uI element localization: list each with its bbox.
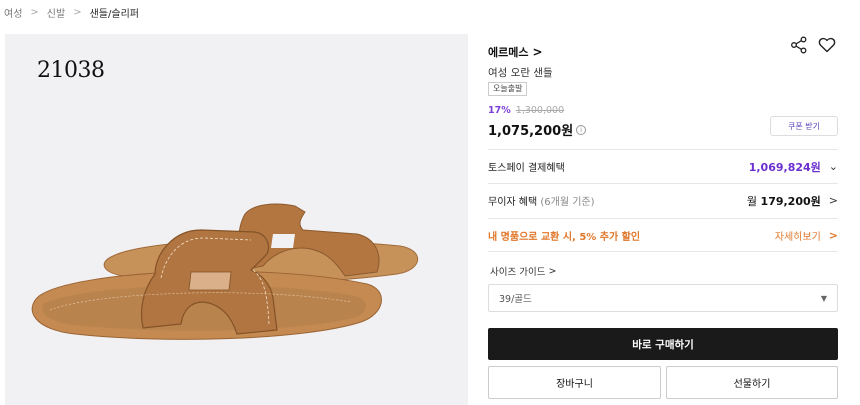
breadcrumb-separator: > (73, 6, 82, 18)
installment-prefix: 월 (746, 194, 758, 208)
size-guide-label: 사이즈 가이드 (490, 267, 546, 278)
product-name: 여성 오란 샌들 (488, 67, 553, 79)
installment-benefit-row[interactable]: 무이자 혜택 (6개월 기준) 월 179,200원 > (488, 183, 838, 217)
discount-row: 17% 1,300,000 (488, 105, 564, 116)
chevron-right-icon: > (532, 45, 543, 59)
size-guide-link[interactable]: 사이즈 가이드 > (490, 264, 557, 279)
breadcrumb-item-sandals[interactable]: 샌들/슬리퍼 (90, 5, 139, 20)
toss-pay-benefit-row[interactable]: 토스페이 결제혜택 1,069,824원 ⌄ (488, 149, 838, 183)
installment-value: 월 179,200원 (747, 193, 821, 209)
heart-icon[interactable] (818, 36, 836, 54)
trade-in-label: 내 명품으로 교환 시, 5% 추가 할인 (488, 231, 641, 243)
add-to-cart-button[interactable]: 장바구니 (488, 366, 661, 399)
breadcrumb-item-women[interactable]: 여성 (4, 5, 22, 20)
price-row: 1,075,200원 i (488, 120, 587, 139)
brand-name: 에르메스 (488, 46, 529, 59)
trade-in-discount-row[interactable]: 내 명품으로 교환 시, 5% 추가 할인 자세히보기 > (488, 218, 838, 252)
chevron-right-icon: > (548, 265, 557, 277)
chevron-down-icon: ⌄ (828, 160, 838, 173)
installment-label: 무이자 혜택 (6개월 기준) (488, 193, 595, 208)
caret-down-icon: ▼ (820, 293, 827, 303)
chevron-right-icon: > (828, 194, 838, 207)
sale-price: 1,075,200원 (488, 124, 574, 139)
size-selected-value: 39/골드 (499, 294, 532, 305)
chevron-right-icon: > (828, 228, 838, 242)
installment-subtitle: (6개월 기준) (540, 197, 595, 208)
breadcrumb-separator: > (30, 6, 39, 18)
brand-link[interactable]: 에르메스 > (488, 44, 543, 60)
coupon-button[interactable]: 쿠폰 받기 (770, 116, 838, 136)
share-icon[interactable] (790, 36, 808, 54)
trade-in-details-link[interactable]: 자세히보기 (775, 228, 821, 243)
installment-title: 무이자 혜택 (488, 197, 538, 208)
buy-now-button[interactable]: 바로 구매하기 (488, 328, 838, 360)
toss-pay-label: 토스페이 결제혜택 (488, 163, 565, 174)
sandal-product-photo (31, 203, 419, 340)
info-icon[interactable]: i (576, 124, 587, 135)
product-info-panel: 에르메스 > 여성 오란 샌들 오늘출발 17% 1,300,000 1,075… (488, 34, 838, 405)
shipping-badge: 오늘출발 (488, 82, 528, 96)
breadcrumb: 여성 > 신발 > 샌들/슬리퍼 (4, 4, 139, 20)
gift-button[interactable]: 선물하기 (666, 366, 838, 399)
discount-percent: 17% (488, 105, 511, 116)
product-image-panel: 21038 (5, 34, 468, 405)
installment-amount: 179,200원 (760, 194, 821, 208)
toss-pay-price: 1,069,824원 (748, 160, 821, 174)
original-price: 1,300,000 (515, 105, 565, 116)
breadcrumb-item-shoes[interactable]: 신발 (47, 5, 65, 20)
size-select[interactable]: 39/골드 ▼ (488, 284, 838, 312)
